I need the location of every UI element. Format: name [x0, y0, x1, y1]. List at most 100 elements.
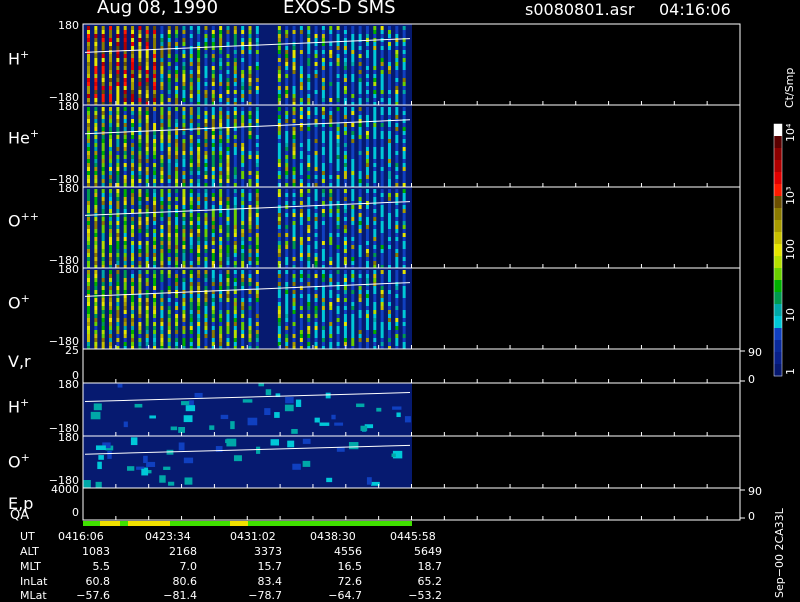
pixel-cell — [241, 330, 245, 334]
pixel-cell — [204, 261, 208, 265]
pixel-cell — [255, 119, 259, 123]
pixel-cell — [175, 62, 179, 66]
pixel-cell — [351, 294, 355, 298]
pixel-cell — [351, 241, 355, 245]
pixel-cell — [116, 261, 120, 265]
pixel-cell — [402, 274, 406, 278]
pixel-cell — [123, 179, 127, 183]
colorbar-cell — [774, 208, 782, 221]
pixel-cell — [167, 205, 171, 209]
pixel-cell — [233, 310, 237, 314]
pixel-cell — [358, 229, 362, 233]
pixel-cell — [94, 151, 98, 155]
pixel-cell — [351, 253, 355, 257]
pixel-cell — [116, 233, 120, 237]
pixel-cell — [116, 62, 120, 66]
pixel-cell — [204, 171, 208, 175]
pixel-cell — [211, 94, 215, 98]
pixel-cell — [351, 342, 355, 346]
pixel-cell — [314, 257, 318, 261]
footer-cell: −64.7 — [328, 589, 362, 602]
pixel-cell — [123, 274, 127, 278]
pixel-cell — [182, 131, 186, 135]
pixel-cell — [299, 249, 303, 253]
pixel-cell — [373, 111, 377, 115]
pixel-cell — [255, 50, 259, 54]
pixel-cell — [241, 183, 245, 187]
pixel-cell — [321, 318, 325, 322]
pixel-cell — [138, 290, 142, 294]
pixel-cell — [358, 221, 362, 225]
pixel-cell — [277, 290, 281, 294]
pixel-cell — [343, 306, 347, 310]
pixel-cell — [189, 225, 193, 229]
pixel-cell — [380, 310, 384, 314]
pixel-cell — [292, 221, 296, 225]
pixel-cell — [233, 183, 237, 187]
pixel-cell — [189, 278, 193, 282]
pixel-cell — [109, 78, 113, 82]
pixel-cell — [145, 171, 149, 175]
pixel-cell — [321, 274, 325, 278]
pixel-cell — [101, 302, 105, 306]
pixel-cell — [145, 111, 149, 115]
pixel-cell — [233, 201, 237, 205]
pixel-cell — [402, 86, 406, 90]
pixel-cell — [387, 245, 391, 249]
pixel-cell — [248, 62, 252, 66]
pixel-cell — [336, 294, 340, 298]
pixel-cell — [402, 314, 406, 318]
pixel-cell — [255, 163, 259, 167]
pixel-cell — [167, 119, 171, 123]
pixel-cell — [277, 131, 281, 135]
pixel-cell — [160, 155, 164, 159]
pixel-cell — [211, 330, 215, 334]
pixel-cell — [314, 233, 318, 237]
pixel-cell — [387, 66, 391, 70]
pixel-cell — [299, 286, 303, 290]
pixel-cell — [299, 179, 303, 183]
pixel-cell — [365, 107, 369, 111]
pixel-cell — [395, 66, 399, 70]
pixel-cell — [175, 310, 179, 314]
pixel-cell — [285, 233, 289, 237]
pixel-cell — [343, 143, 347, 147]
pixel-cell — [182, 342, 186, 346]
pixel-cell — [292, 213, 296, 217]
pixel-cell — [387, 253, 391, 257]
pixel-cell — [189, 62, 193, 66]
pixel-cell — [167, 245, 171, 249]
pixel-cell — [285, 54, 289, 58]
pixel-cell — [153, 245, 157, 249]
pixel-cell — [94, 30, 98, 34]
pixel-cell — [145, 147, 149, 151]
pixel-cell — [109, 155, 113, 159]
pixel-cell — [138, 111, 142, 115]
pixel-cell — [321, 237, 325, 241]
pixel-cell — [189, 139, 193, 143]
pixel-cell — [189, 54, 193, 58]
pixel-cell — [167, 342, 171, 346]
pixel-cell — [101, 163, 105, 167]
pixel-cell — [167, 74, 171, 78]
pixel-cell — [336, 94, 340, 98]
pixel-cell — [336, 229, 340, 233]
pixel-cell — [94, 62, 98, 66]
pixel-cell — [241, 189, 245, 193]
pixel-cell — [336, 241, 340, 245]
pixel-cell — [402, 326, 406, 330]
pixel-cell — [343, 221, 347, 225]
pixel-cell — [299, 135, 303, 139]
pixel-cell — [365, 241, 369, 245]
pixel-cell — [131, 78, 135, 82]
pixel-cell — [94, 82, 98, 86]
pixel-cell — [307, 294, 311, 298]
pixel-cell — [343, 74, 347, 78]
pixel-cell — [145, 74, 149, 78]
pixel-cell — [109, 127, 113, 131]
pixel-cell — [101, 290, 105, 294]
pixel-cell — [402, 26, 406, 30]
pixel-cell — [292, 249, 296, 253]
pixel-cell — [285, 270, 289, 274]
pixel-cell — [343, 62, 347, 66]
